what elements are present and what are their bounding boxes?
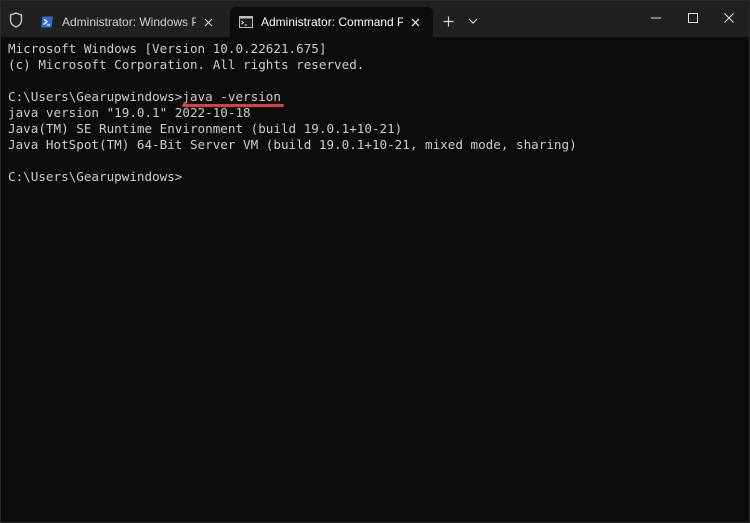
terminal-line: java version "19.0.1" 2022-10-18: [8, 105, 251, 120]
command-line: C:\Users\Gearupwindows>java -version: [8, 89, 745, 107]
tab-label: Administrator: Windows PowerShell: [62, 15, 196, 29]
tab-label: Administrator: Command Prompt: [261, 15, 403, 29]
typed-command: java -version: [182, 89, 284, 107]
plus-icon: [443, 16, 453, 26]
minimize-icon: [651, 17, 661, 19]
terminal-line: Java(TM) SE Runtime Environment (build 1…: [8, 121, 403, 136]
tab-command-prompt[interactable]: Administrator: Command Prompt: [230, 7, 433, 37]
close-button[interactable]: [706, 1, 750, 35]
tab-powershell[interactable]: Administrator: Windows PowerShell: [31, 7, 226, 37]
shield-icon: [9, 12, 23, 28]
command-text: java -version: [182, 89, 281, 104]
terminal-line: Java HotSpot(TM) 64-Bit Server VM (build…: [8, 137, 577, 152]
new-tab-button[interactable]: [438, 11, 458, 31]
terminal-line: (c) Microsoft Corporation. All rights re…: [8, 57, 365, 72]
highlight-underline: [182, 104, 284, 107]
chevron-down-icon: [468, 18, 478, 24]
maximize-icon: [688, 13, 698, 23]
close-tab-icon[interactable]: [200, 14, 216, 30]
terminal-output[interactable]: Microsoft Windows [Version 10.0.22621.67…: [8, 41, 745, 522]
prompt: C:\Users\Gearupwindows>: [8, 89, 183, 104]
cmd-icon: [239, 16, 253, 28]
powershell-icon: [41, 16, 53, 28]
terminal-line: Microsoft Windows [Version 10.0.22621.67…: [8, 41, 327, 56]
close-tab-icon[interactable]: [407, 14, 423, 30]
close-icon: [724, 13, 734, 23]
tab-dropdown-button[interactable]: [464, 11, 482, 31]
current-prompt: C:\Users\Gearupwindows>: [8, 169, 183, 184]
terminal-window: Administrator: Windows PowerShell Admini…: [0, 0, 750, 523]
title-bar: Administrator: Windows PowerShell Admini…: [1, 1, 749, 37]
